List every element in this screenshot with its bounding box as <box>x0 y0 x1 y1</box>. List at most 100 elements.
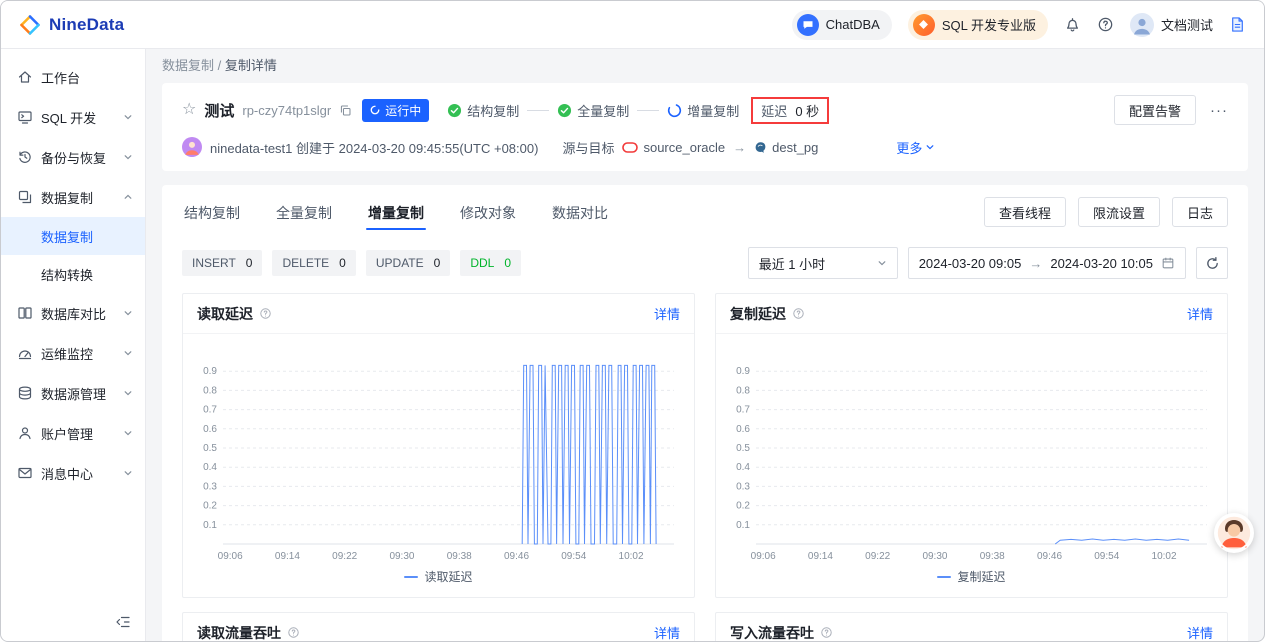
chart-panel-read-delay: 读取延迟 详情 0.10.20.30.40.50.60.70.80.909:06… <box>182 293 695 598</box>
svg-text:09:14: 09:14 <box>275 551 300 562</box>
more-link[interactable]: 更多 <box>896 138 935 157</box>
breadcrumb-parent[interactable]: 数据复制 <box>162 58 214 73</box>
chart-panel-write-throughput: 写入流量吞吐 详情 <box>715 612 1228 642</box>
tab-modify-objects[interactable]: 修改对象 <box>458 189 518 235</box>
help-circle-icon[interactable] <box>259 307 272 320</box>
tab-full-copy[interactable]: 全量复制 <box>274 189 334 235</box>
data-replication-icon <box>17 189 33 205</box>
svg-text:09:46: 09:46 <box>1037 551 1062 562</box>
time-preset-select[interactable]: 最近 1 小时 <box>748 247 898 279</box>
help-circle-icon[interactable] <box>820 626 833 639</box>
detail-link[interactable]: 详情 <box>1187 304 1213 323</box>
running-spinner-icon <box>370 105 380 115</box>
date-range-picker[interactable]: 2024-03-20 09:05 → 2024-03-20 10:05 <box>908 247 1186 279</box>
log-button[interactable]: 日志 <box>1172 197 1228 227</box>
chevron-up-icon <box>123 192 133 202</box>
chart-title: 复制延迟 <box>730 304 786 324</box>
task-id: rp-czy74tp1slgr <box>242 103 331 118</box>
chevron-down-icon <box>123 388 133 398</box>
stat-insert: INSERT 0 <box>182 250 262 276</box>
creator-info: ninedata-test1 创建于 2024-03-20 09:45:55(U… <box>210 138 538 157</box>
source-datasource[interactable]: source_oracle <box>622 140 725 155</box>
more-actions-button[interactable]: ··· <box>1210 103 1228 118</box>
support-assistant-button[interactable] <box>1214 513 1254 553</box>
help-circle-icon[interactable] <box>792 307 805 320</box>
oracle-icon <box>622 142 638 153</box>
postgres-icon <box>754 141 767 154</box>
chatdba-button[interactable]: ChatDBA <box>792 10 892 40</box>
chart-panel-replication-delay: 复制延迟 详情 0.10.20.30.40.50.60.70.80.909:06… <box>715 293 1228 598</box>
svg-text:0.7: 0.7 <box>203 405 217 416</box>
delay-value: 0 秒 <box>795 101 819 120</box>
svg-text:0.8: 0.8 <box>203 385 217 396</box>
view-threads-button[interactable]: 查看线程 <box>984 197 1066 227</box>
sidebar-item-data-replication[interactable]: 数据复制 <box>1 177 145 217</box>
database-icon <box>17 385 33 401</box>
sidebar-subitem-data-replication[interactable]: 数据复制 <box>1 217 145 255</box>
help-circle-icon[interactable] <box>287 626 300 639</box>
configure-alert-button[interactable]: 配置告警 <box>1114 95 1196 125</box>
svg-text:0.9: 0.9 <box>203 366 217 377</box>
gauge-icon <box>17 345 33 361</box>
svg-text:0.7: 0.7 <box>736 405 750 416</box>
notification-bell-icon[interactable] <box>1064 16 1081 33</box>
sidebar-item-ops-monitor[interactable]: 运维监控 <box>1 333 145 373</box>
stat-update: UPDATE 0 <box>366 250 450 276</box>
svg-text:09:54: 09:54 <box>561 551 586 562</box>
refresh-button[interactable] <box>1196 247 1228 279</box>
svg-text:0.1: 0.1 <box>203 520 217 531</box>
top-bar: NineData ChatDBA SQL 开发专业版 <box>1 1 1264 49</box>
sidebar-subitem-structure-transform[interactable]: 结构转换 <box>1 255 145 293</box>
help-icon[interactable] <box>1097 16 1114 33</box>
tab-structure-copy[interactable]: 结构复制 <box>182 189 242 235</box>
sql-pro-button[interactable]: SQL 开发专业版 <box>908 10 1048 40</box>
stat-ddl: DDL 0 <box>460 250 521 276</box>
breadcrumb-current: 复制详情 <box>225 58 277 73</box>
user-avatar <box>1130 13 1154 37</box>
replication-delay-chart: 0.10.20.30.40.50.60.70.80.909:0609:1409:… <box>724 340 1219 566</box>
svg-text:09:38: 09:38 <box>980 551 1005 562</box>
check-circle-icon <box>557 103 572 118</box>
sidebar-item-sql-dev[interactable]: SQL 开发 <box>1 97 145 137</box>
mail-icon <box>17 465 33 481</box>
tab-incremental-copy[interactable]: 增量复制 <box>366 189 426 235</box>
check-circle-icon <box>447 103 462 118</box>
copy-icon[interactable] <box>339 104 352 117</box>
backup-restore-icon <box>17 149 33 165</box>
svg-text:0.9: 0.9 <box>736 366 750 377</box>
step-structure: 结构复制 <box>447 101 519 120</box>
user-menu[interactable]: 文档测试 <box>1130 13 1213 37</box>
svg-text:0.3: 0.3 <box>736 481 750 492</box>
target-datasource[interactable]: dest_pg <box>754 140 818 155</box>
task-summary-card: ☆ 测试 rp-czy74tp1slgr 运行中 结构复制 <box>162 83 1248 171</box>
rate-limit-button[interactable]: 限流设置 <box>1078 197 1160 227</box>
sidebar-item-datasource[interactable]: 数据源管理 <box>1 373 145 413</box>
detail-link[interactable]: 详情 <box>1187 623 1213 642</box>
user-icon <box>17 425 33 441</box>
chart-title: 读取延迟 <box>197 304 253 324</box>
tab-data-compare[interactable]: 数据对比 <box>550 189 610 235</box>
chevron-down-icon <box>123 152 133 162</box>
read-delay-chart: 0.10.20.30.40.50.60.70.80.909:0609:1409:… <box>191 340 686 566</box>
step-incremental: 增量复制 <box>667 101 739 120</box>
docs-icon[interactable] <box>1229 16 1246 33</box>
status-badge: 运行中 <box>362 99 429 122</box>
delay-label: 延迟 <box>761 101 787 120</box>
detail-link[interactable]: 详情 <box>654 304 680 323</box>
sidebar-item-backup-restore[interactable]: 备份与恢复 <box>1 137 145 177</box>
sidebar-item-db-compare[interactable]: 数据库对比 <box>1 293 145 333</box>
chevron-down-icon <box>925 142 935 152</box>
sidebar-item-workbench[interactable]: 工作台 <box>1 57 145 97</box>
svg-text:09:06: 09:06 <box>218 551 243 562</box>
svg-text:0.2: 0.2 <box>736 501 750 512</box>
sidebar-item-message-center[interactable]: 消息中心 <box>1 453 145 493</box>
collapse-sidebar-icon[interactable] <box>115 614 131 630</box>
sidebar-item-account[interactable]: 账户管理 <box>1 413 145 453</box>
favorite-star-icon[interactable]: ☆ <box>182 102 196 118</box>
ninedata-logo[interactable]: NineData <box>19 14 124 36</box>
range-end: 2024-03-20 10:05 <box>1050 256 1153 271</box>
detail-link[interactable]: 详情 <box>654 623 680 642</box>
sidebar: 工作台 SQL 开发 备份与恢复 <box>1 49 146 642</box>
sql-pro-icon <box>913 14 935 36</box>
svg-text:09:38: 09:38 <box>447 551 472 562</box>
